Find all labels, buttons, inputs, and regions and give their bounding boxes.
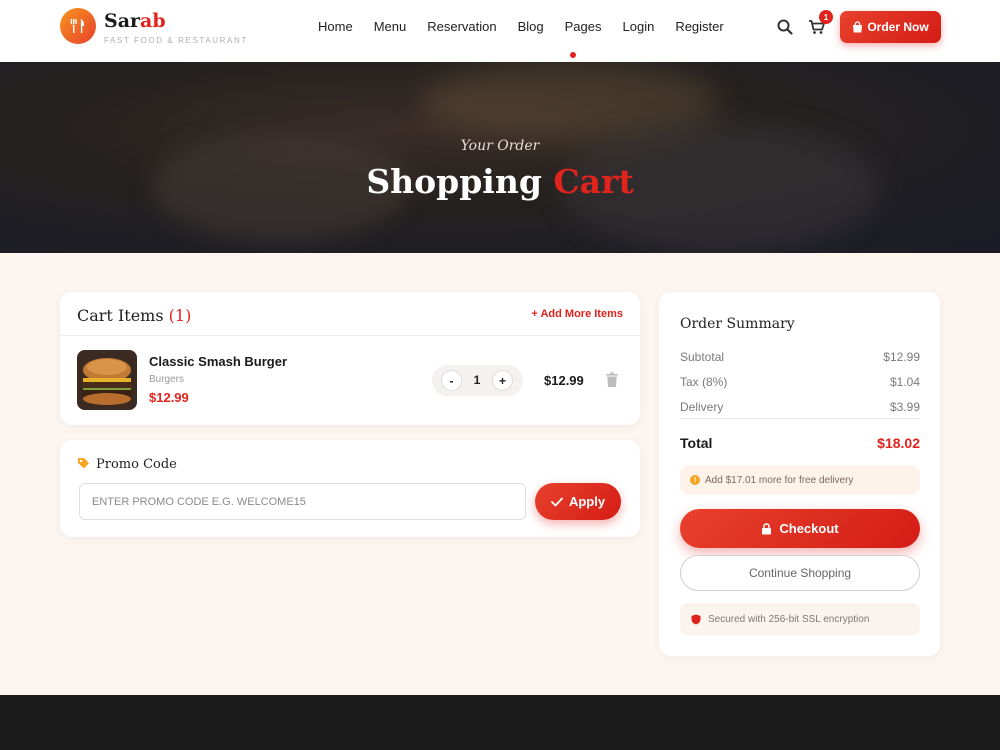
tax-label: Tax (8%) [680,375,728,389]
free-delivery-note: ! Add $17.01 more for free delivery [680,465,920,495]
page-title: Shopping Cart [0,162,1000,201]
burger-image [77,350,137,410]
quantity-value: 1 [473,373,481,387]
increase-quantity-button[interactable]: + [492,370,513,391]
nav-home[interactable]: Home [318,19,353,34]
apply-label: Apply [568,494,606,509]
tax-row: Tax (8%) $1.04 [680,375,920,389]
cart-title-text: Cart Items [77,306,164,325]
subtotal-label: Subtotal [680,350,725,364]
decrease-quantity-button[interactable]: - [441,370,462,391]
apply-promo-button[interactable]: Apply [535,483,621,520]
shopping-bag-icon [853,21,863,33]
promo-code-input[interactable] [79,483,526,520]
logo-icon[interactable] [60,8,96,44]
checkout-label: Checkout [779,521,839,536]
main-nav: Home Menu Reservation Blog Pages Login R… [318,19,745,34]
promo-code-title: Promo Code [96,457,177,472]
delivery-row: Delivery $3.99 [680,400,920,414]
item-line-total: $12.99 [544,373,584,388]
cart-item-count: (1) [168,306,192,325]
add-more-items-link[interactable]: + Add More Items [531,308,623,320]
order-summary-title: Order Summary [680,316,795,332]
subtotal-value: $12.99 [883,350,920,364]
subtotal-row: Subtotal $12.99 [680,350,920,364]
nav-pages[interactable]: Pages [565,19,602,34]
search-icon[interactable] [776,18,794,36]
item-category: Burgers [149,374,185,385]
total-value: $18.02 [877,435,920,451]
brand-name-suffix: ab [140,10,166,32]
order-summary-card: Order Summary Subtotal $12.99 Tax (8%) $… [659,292,940,656]
promo-code-card: Promo Code Apply [60,440,640,537]
page-title-accent: Cart [553,162,634,201]
hero-banner: Your Order Shopping Cart [0,62,1000,253]
quantity-stepper: - 1 + [432,365,523,396]
nav-login[interactable]: Login [623,19,655,34]
summary-divider [680,418,920,419]
nav-blog[interactable]: Blog [518,19,544,34]
info-icon: ! [690,475,700,485]
cart-items-card: Cart Items (1) + Add More Items Classic … [60,292,640,425]
cart-count-badge: 1 [819,10,833,24]
check-icon [551,497,563,506]
item-price: $12.99 [149,390,189,405]
site-header: Sarab FAST FOOD & RESTAURANT Home Menu R… [0,0,1000,62]
brand-name[interactable]: Sarab [104,10,166,32]
order-now-button[interactable]: Order Now [840,11,941,43]
site-footer [0,695,1000,750]
item-name[interactable]: Classic Smash Burger [149,354,287,369]
continue-shopping-button[interactable]: Continue Shopping [680,555,920,591]
page-title-main: Shopping [366,162,542,201]
cart-header: Cart Items (1) + Add More Items [60,292,640,336]
delivery-label: Delivery [680,400,724,414]
tax-value: $1.04 [889,375,920,389]
order-now-label: Order Now [867,20,929,34]
hero-subtitle: Your Order [460,138,540,154]
free-delivery-text: Add $17.01 more for free delivery [705,474,854,486]
trash-icon[interactable] [605,372,619,388]
brand-name-prefix: Sar [104,10,141,32]
fork-knife-icon [70,19,85,33]
secure-note: Secured with 256-bit SSL encryption [680,603,920,635]
nav-reservation[interactable]: Reservation [427,19,496,34]
cart-title: Cart Items (1) [77,306,191,325]
nav-register[interactable]: Register [675,19,723,34]
checkout-button[interactable]: Checkout [680,509,920,548]
burger-photo [77,350,137,410]
shield-icon [691,614,701,624]
secure-note-text: Secured with 256-bit SSL encryption [708,613,870,625]
active-nav-indicator [570,52,576,58]
lock-icon [762,522,772,534]
total-label: Total [680,435,713,451]
tag-icon [78,458,89,469]
brand-tagline: FAST FOOD & RESTAURANT [104,36,248,45]
nav-menu[interactable]: Menu [374,19,407,34]
delivery-value: $3.99 [889,400,920,414]
